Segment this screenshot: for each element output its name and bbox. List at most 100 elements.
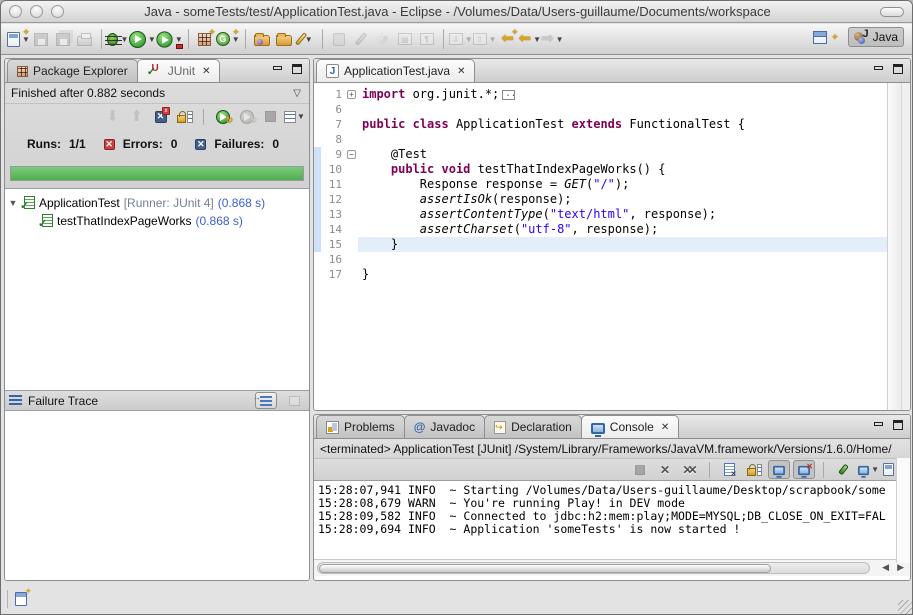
next-failure-button[interactable]: ⬇ bbox=[102, 107, 123, 127]
code-line[interactable]: 17} bbox=[314, 267, 887, 282]
forward-button[interactable]: ➡▼ bbox=[541, 27, 564, 51]
next-annotation-button[interactable]: ⇩▼ bbox=[449, 27, 473, 51]
open-resource-button[interactable] bbox=[273, 27, 295, 51]
code-line[interactable]: 16 bbox=[314, 252, 887, 267]
print-button[interactable] bbox=[74, 27, 96, 51]
junit-status-text: Finished after 0.882 seconds bbox=[11, 86, 165, 100]
filter-stack-trace-button[interactable] bbox=[255, 392, 277, 409]
minimize-editor-button[interactable] bbox=[872, 64, 884, 75]
minimize-console-button[interactable] bbox=[872, 420, 884, 431]
console-horizontal-scrollbar[interactable]: ◀ ▶ bbox=[314, 559, 910, 576]
tree-row-test[interactable]: ✓ testThatIndexPageWorks (0.868 s) bbox=[5, 212, 309, 230]
annotate-button[interactable] bbox=[350, 27, 372, 51]
scroll-left-icon[interactable]: ◀ bbox=[882, 562, 889, 573]
close-window-button[interactable] bbox=[9, 5, 22, 18]
toolbar-toggle-button[interactable] bbox=[880, 7, 904, 17]
maximize-console-button[interactable] bbox=[892, 420, 904, 431]
close-junit-tab-icon[interactable]: ✕ bbox=[202, 66, 210, 77]
zoom-window-button[interactable] bbox=[51, 5, 64, 18]
code-line[interactable]: 13 assertContentType("text/html", respon… bbox=[314, 207, 887, 222]
rerun-failed-first-button[interactable]: ↻ bbox=[236, 107, 257, 127]
stop-test-button[interactable] bbox=[260, 107, 281, 127]
maximize-view-button[interactable] bbox=[291, 64, 303, 75]
code-line[interactable]: 11 Response response = GET("/"); bbox=[314, 177, 887, 192]
test-results-tree[interactable]: ▼ ✓ ApplicationTest [Runner: JUnit 4] (0… bbox=[5, 189, 309, 390]
scroll-right-icon[interactable]: ▶ bbox=[897, 562, 904, 573]
test-ok-icon: ✓ bbox=[39, 214, 53, 228]
show-stdout-button[interactable] bbox=[768, 460, 790, 479]
editor-overview-ruler[interactable] bbox=[901, 83, 910, 410]
last-edit-location-button[interactable]: ⬅✦ bbox=[497, 27, 519, 51]
editor-vertical-scrollbar[interactable] bbox=[887, 83, 901, 410]
code-line[interactable]: 7public class ApplicationTest extends Fu… bbox=[314, 117, 887, 132]
show-skipped-tests-button[interactable] bbox=[174, 107, 195, 127]
console-output[interactable]: 15:28:07,941 INFO ~ Starting /Volumes/Da… bbox=[314, 481, 910, 559]
editor-code-lines[interactable]: 1+import org.junit.*;67public class Appl… bbox=[314, 83, 887, 410]
show-source-button[interactable]: ▤ bbox=[394, 27, 416, 51]
code-line[interactable]: 1+import org.junit.*; bbox=[314, 87, 887, 102]
terminate-button[interactable] bbox=[629, 460, 651, 479]
test-run-history-button[interactable]: ▼ bbox=[284, 107, 305, 127]
code-line[interactable]: 9− @Test bbox=[314, 147, 887, 162]
resize-grip[interactable] bbox=[898, 600, 912, 614]
remove-launch-button[interactable]: ✕ bbox=[654, 460, 676, 479]
run-button[interactable]: ▼ bbox=[129, 27, 156, 51]
external-tools-run-button[interactable]: ▼ bbox=[156, 27, 183, 51]
tab-applicationtest-java[interactable]: J ApplicationTest.java ✕ bbox=[316, 59, 475, 82]
junit-icon: ✓U bbox=[147, 65, 159, 77]
show-stderr-button[interactable]: ✕ bbox=[793, 460, 815, 479]
close-console-tab-icon[interactable]: ✕ bbox=[661, 422, 669, 433]
console-vertical-scrollbar[interactable] bbox=[896, 458, 910, 563]
new-task-button[interactable] bbox=[328, 27, 350, 51]
team-sync-button[interactable] bbox=[372, 27, 394, 51]
tree-row-suite[interactable]: ▼ ✓ ApplicationTest [Runner: JUnit 4] (0… bbox=[5, 194, 309, 212]
maximize-editor-button[interactable] bbox=[892, 64, 904, 75]
code-line[interactable]: 12 assertIsOk(response); bbox=[314, 192, 887, 207]
tab-package-explorer[interactable]: Package Explorer bbox=[7, 59, 138, 82]
new-wizard-button[interactable]: ✦▼ bbox=[7, 27, 30, 51]
save-all-button[interactable] bbox=[52, 27, 74, 51]
mark-occurrences-button[interactable]: ▼ bbox=[295, 27, 317, 51]
title-bar[interactable]: Java - someTests/test/ApplicationTest.ja… bbox=[1, 1, 913, 23]
tab-javadoc[interactable]: @ Javadoc bbox=[404, 415, 485, 438]
scroll-lock-button[interactable] bbox=[743, 460, 765, 479]
show-javadoc-button[interactable]: ¶ bbox=[416, 27, 438, 51]
tab-junit[interactable]: ✓U JUnit ✕ bbox=[137, 59, 221, 82]
code-line[interactable]: 14 assertCharset("utf-8", response); bbox=[314, 222, 887, 237]
display-selected-console-button[interactable]: ▼ bbox=[857, 460, 879, 479]
code-line[interactable]: 6 bbox=[314, 102, 887, 117]
minimize-view-button[interactable] bbox=[271, 64, 283, 75]
tab-problems[interactable]: Problems bbox=[316, 415, 405, 438]
new-module-button[interactable]: G✦▼ bbox=[216, 27, 240, 51]
save-button[interactable] bbox=[30, 27, 52, 51]
hscroll-thumb[interactable] bbox=[319, 564, 771, 573]
compare-result-button[interactable] bbox=[283, 392, 305, 409]
rerun-test-button[interactable]: ↻ bbox=[212, 107, 233, 127]
clear-console-button[interactable] bbox=[718, 460, 740, 479]
fast-view-icon[interactable] bbox=[15, 592, 27, 606]
code-line[interactable]: 10 public void testThatIndexPageWorks() … bbox=[314, 162, 887, 177]
debug-button[interactable]: ▼ bbox=[107, 27, 129, 51]
perspective-switcher: ✦ J Java bbox=[808, 27, 904, 47]
java-perspective-button[interactable]: J Java bbox=[848, 27, 904, 47]
view-menu-icon[interactable]: ▽ bbox=[293, 88, 301, 99]
previous-annotation-button[interactable]: ⇧▼ bbox=[473, 27, 497, 51]
show-failures-only-button[interactable]: ✕x bbox=[150, 107, 171, 127]
code-line[interactable]: 8 bbox=[314, 132, 887, 147]
collapse-icon[interactable]: ▼ bbox=[5, 198, 21, 208]
close-editor-tab-icon[interactable]: ✕ bbox=[457, 66, 465, 77]
tab-declaration[interactable]: Declaration bbox=[484, 415, 582, 438]
new-java-project-button[interactable]: ✦ bbox=[194, 27, 216, 51]
back-button[interactable]: ⬅▼ bbox=[519, 27, 542, 51]
open-type-button[interactable] bbox=[251, 27, 273, 51]
remove-all-terminated-button[interactable]: ✕✕ bbox=[679, 460, 701, 479]
bottom-panel-tabbar: Problems @ Javadoc Declaration Console ✕ bbox=[314, 415, 910, 439]
pin-console-button[interactable] bbox=[832, 460, 854, 479]
open-perspective-button[interactable]: ✦ bbox=[808, 29, 844, 46]
previous-failure-button[interactable]: ⬆ bbox=[126, 107, 147, 127]
failure-trace-area[interactable] bbox=[5, 412, 309, 580]
code-line[interactable]: 15 } bbox=[314, 237, 887, 252]
minimize-window-button[interactable] bbox=[30, 5, 43, 18]
package-explorer-icon bbox=[17, 66, 28, 77]
tab-console[interactable]: Console ✕ bbox=[581, 415, 679, 438]
